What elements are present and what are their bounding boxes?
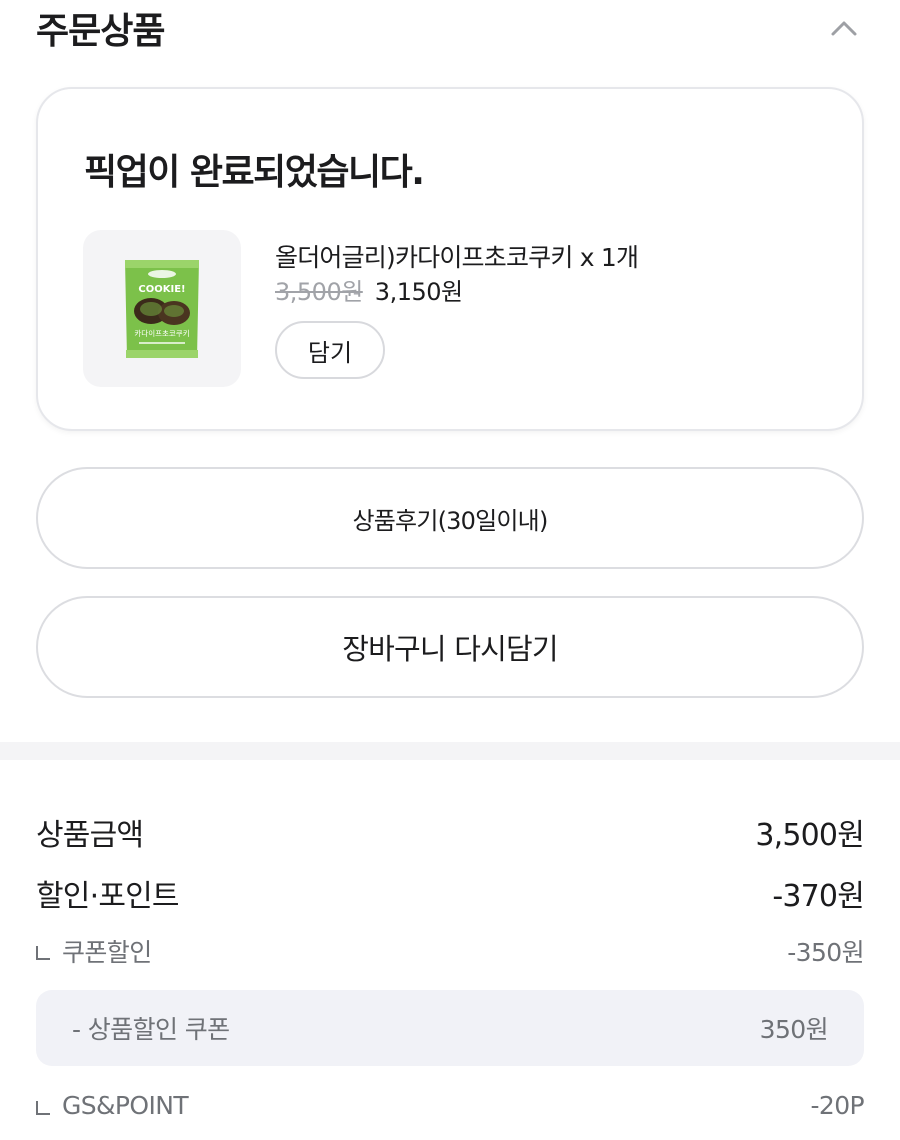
section-divider xyxy=(0,742,900,760)
product-amount-value: 3,500원 xyxy=(755,818,864,853)
discount-label: 할인·포인트 xyxy=(36,879,180,914)
chevron-up-icon[interactable] xyxy=(824,8,864,48)
pickup-status-text: 픽업이 완료되었습니다. xyxy=(84,152,425,193)
coupon-discount-label: 쿠폰할인 xyxy=(62,938,152,967)
package-product-text: 카다이프초코쿠키 xyxy=(134,328,189,338)
coupon-discount-row: 쿠폰할인 -350원 xyxy=(36,933,865,969)
sub-item-corner-icon xyxy=(36,1100,50,1115)
product-amount-label: 상품금액 xyxy=(36,818,144,853)
add-to-cart-button[interactable]: 담기 xyxy=(275,321,385,379)
product-amount-row: 상품금액 3,500원 xyxy=(36,810,865,854)
re-add-to-cart-button[interactable]: 장바구니 다시담기 xyxy=(36,596,864,698)
original-price: 3,500원 xyxy=(275,278,363,306)
point-label: GS&POINT xyxy=(62,1091,189,1120)
coupon-discount-value: -350원 xyxy=(787,938,864,967)
package-brand-text: COOKIE! xyxy=(138,284,185,295)
order-items-header: 주문상품 xyxy=(36,0,864,56)
coupon-detail-label: - 상품할인 쿠폰 xyxy=(72,1015,230,1044)
coupon-detail-value: 350원 xyxy=(759,1015,829,1044)
point-value: -20P xyxy=(810,1091,864,1120)
cookie-package-image: COOKIE! 카다이프초코쿠키 xyxy=(125,259,199,358)
product-thumbnail[interactable]: COOKIE! 카다이프초코쿠키 xyxy=(83,230,241,387)
sale-price: 3,150원 xyxy=(374,278,463,306)
discount-row: 할인·포인트 -370원 xyxy=(36,871,865,915)
product-name: 올더어글리)카다이프초코쿠키 x 1개 xyxy=(275,243,639,272)
discount-value: -370원 xyxy=(772,879,864,914)
section-title: 주문상품 xyxy=(36,11,165,52)
price-row: 3,500원 3,150원 xyxy=(275,272,463,307)
order-item-card: 픽업이 완료되었습니다. COOKIE! 카다이프초코쿠키 올더어글리)카다이프… xyxy=(36,87,864,431)
point-row: GS&POINT -20P xyxy=(36,1091,865,1120)
write-review-button[interactable]: 상품후기(30일이내) xyxy=(36,467,864,569)
coupon-detail-box: - 상품할인 쿠폰 350원 xyxy=(36,990,864,1066)
sub-item-corner-icon xyxy=(36,946,50,960)
